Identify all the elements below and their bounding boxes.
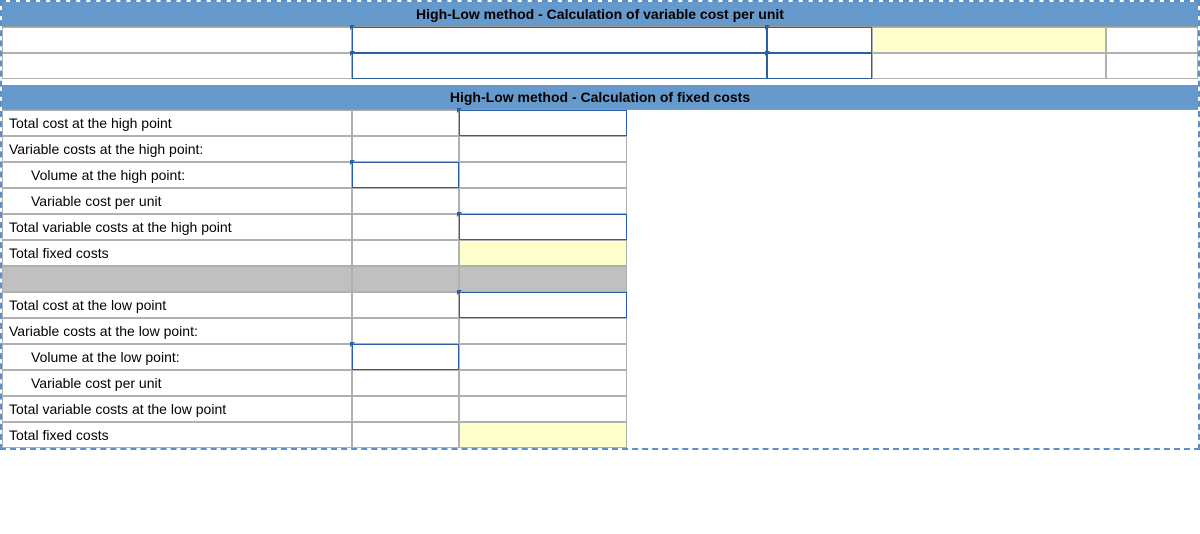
- s1-r1-c5[interactable]: [1106, 27, 1198, 53]
- low-total-cost-rest: [627, 292, 1198, 318]
- high-volume-c3[interactable]: [459, 162, 627, 188]
- grey-separator: [2, 266, 1198, 292]
- high-tvc-rest: [627, 214, 1198, 240]
- s1-r1-c2[interactable]: [352, 27, 767, 53]
- high-tfc-rest: [627, 240, 1198, 266]
- high-tfc-c2[interactable]: [352, 240, 459, 266]
- low-tvc-c2[interactable]: [352, 396, 459, 422]
- section1-header-text: High-Low method - Calculation of variabl…: [416, 6, 784, 22]
- s1-r1-c3[interactable]: [767, 27, 872, 53]
- low-var-costs-row: Variable costs at the low point:: [2, 318, 1198, 344]
- high-var-costs-row: Variable costs at the high point:: [2, 136, 1198, 162]
- low-total-cost-row: Total cost at the low point: [2, 292, 1198, 318]
- high-tfc-label: Total fixed costs: [2, 240, 352, 266]
- high-total-cost-c2[interactable]: [352, 110, 459, 136]
- low-vcu-c2[interactable]: [352, 370, 459, 396]
- low-var-costs-label: Variable costs at the low point:: [2, 318, 352, 344]
- high-total-cost-c3[interactable]: [459, 110, 627, 136]
- high-var-costs-c2[interactable]: [352, 136, 459, 162]
- worksheet-container: High-Low method - Calculation of variabl…: [0, 0, 1200, 450]
- low-volume-rest: [627, 344, 1198, 370]
- low-tfc-label: Total fixed costs: [2, 422, 352, 448]
- s1-row1: [2, 27, 1198, 53]
- s1-r1-c1[interactable]: [2, 27, 352, 53]
- low-volume-label: Volume at the low point:: [2, 344, 352, 370]
- high-tvc-c3[interactable]: [459, 214, 627, 240]
- s1-r2-c1[interactable]: [2, 53, 352, 79]
- low-volume-c3[interactable]: [459, 344, 627, 370]
- low-total-cost-c2[interactable]: [352, 292, 459, 318]
- s1-r1-c4[interactable]: [872, 27, 1106, 53]
- s1-r2-c5[interactable]: [1106, 53, 1198, 79]
- high-vcu-label: Variable cost per unit: [2, 188, 352, 214]
- s1-r2-c4[interactable]: [872, 53, 1106, 79]
- low-tvc-c3[interactable]: [459, 396, 627, 422]
- grey-rest: [627, 266, 1198, 292]
- low-tfc-rest: [627, 422, 1198, 448]
- low-volume-row: Volume at the low point:: [2, 344, 1198, 370]
- section2-header-text: High-Low method - Calculation of fixed c…: [450, 89, 750, 105]
- high-vcu-rest: [627, 188, 1198, 214]
- high-tvc-row: Total variable costs at the high point: [2, 214, 1198, 240]
- low-total-cost-c3[interactable]: [459, 292, 627, 318]
- high-vcu-row: Variable cost per unit: [2, 188, 1198, 214]
- low-vcu-c3[interactable]: [459, 370, 627, 396]
- high-volume-label: Volume at the high point:: [2, 162, 352, 188]
- section1-header: High-Low method - Calculation of variabl…: [2, 2, 1198, 27]
- high-var-costs-c3[interactable]: [459, 136, 627, 162]
- section2-header: High-Low method - Calculation of fixed c…: [2, 85, 1198, 110]
- high-tfc-c3[interactable]: [459, 240, 627, 266]
- low-var-costs-c3[interactable]: [459, 318, 627, 344]
- low-tfc-row: Total fixed costs: [2, 422, 1198, 448]
- low-vcu-row: Variable cost per unit: [2, 370, 1198, 396]
- high-total-cost-label: Total cost at the high point: [2, 110, 352, 136]
- high-total-cost-row: Total cost at the high point: [2, 110, 1198, 136]
- low-tfc-c2[interactable]: [352, 422, 459, 448]
- low-tvc-rest: [627, 396, 1198, 422]
- low-volume-c2[interactable]: [352, 344, 459, 370]
- high-var-costs-label: Variable costs at the high point:: [2, 136, 352, 162]
- low-tvc-label: Total variable costs at the low point: [2, 396, 352, 422]
- grey-c2: [352, 266, 459, 292]
- low-var-costs-rest: [627, 318, 1198, 344]
- high-volume-c2[interactable]: [352, 162, 459, 188]
- grey-c3: [459, 266, 627, 292]
- high-vcu-c2[interactable]: [352, 188, 459, 214]
- high-tvc-c2[interactable]: [352, 214, 459, 240]
- low-total-cost-label: Total cost at the low point: [2, 292, 352, 318]
- low-tfc-c3[interactable]: [459, 422, 627, 448]
- low-vcu-label: Variable cost per unit: [2, 370, 352, 396]
- s1-r2-c2[interactable]: [352, 53, 767, 79]
- high-tfc-row: Total fixed costs: [2, 240, 1198, 266]
- low-vcu-rest: [627, 370, 1198, 396]
- high-var-costs-rest: [627, 136, 1198, 162]
- s1-row2: [2, 53, 1198, 79]
- s1-r2-c3[interactable]: [767, 53, 872, 79]
- high-tvc-label: Total variable costs at the high point: [2, 214, 352, 240]
- grey-c1: [2, 266, 352, 292]
- low-var-costs-c2[interactable]: [352, 318, 459, 344]
- high-volume-row: Volume at the high point:: [2, 162, 1198, 188]
- high-volume-rest: [627, 162, 1198, 188]
- high-vcu-c3[interactable]: [459, 188, 627, 214]
- high-total-cost-rest: [627, 110, 1198, 136]
- low-tvc-row: Total variable costs at the low point: [2, 396, 1198, 422]
